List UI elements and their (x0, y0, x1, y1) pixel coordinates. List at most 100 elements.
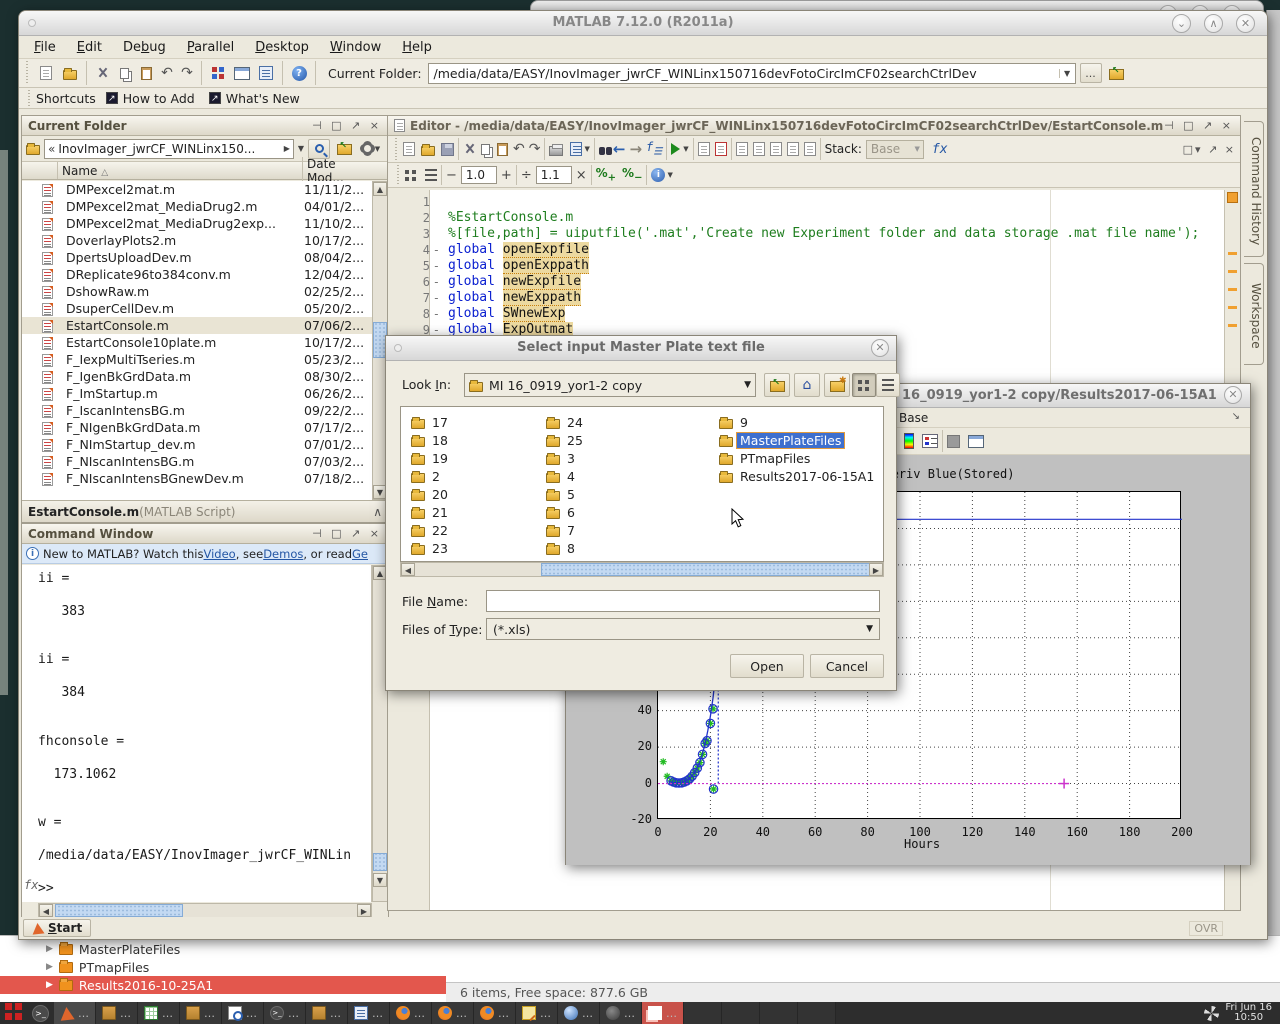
file-row[interactable]: DMPexcel2mat.m11/11/2... (22, 181, 372, 198)
address-combo[interactable]: « InovImager_jwrCF_WINLinx150... ▶ (44, 139, 294, 159)
demos-link[interactable]: Demos (263, 547, 303, 561)
file-row[interactable]: DsuperCellDev.m05/20/2... (22, 300, 372, 317)
up-one-level-button[interactable] (764, 373, 790, 397)
collapse-details-icon[interactable]: ∧ (373, 505, 382, 519)
new-script-icon[interactable] (403, 142, 415, 156)
legend-icon[interactable] (922, 434, 938, 448)
open-file-button[interactable] (58, 62, 82, 84)
figure-close-button[interactable]: ✕ (1224, 386, 1242, 404)
getting-started-link[interactable]: Ge (352, 547, 368, 561)
scroll-down-arrow[interactable]: ▼ (373, 873, 387, 887)
task-sheet[interactable]: … (138, 1002, 180, 1024)
list-view-button[interactable] (876, 373, 900, 397)
code-line[interactable]: 6-global newExpfile (388, 274, 1224, 290)
tree-row[interactable]: ▶PTmapFiles (0, 958, 446, 976)
print-icon[interactable] (549, 146, 563, 156)
menu-desktop[interactable]: Desktop (255, 40, 309, 55)
scrollbar-thumb[interactable] (373, 853, 387, 871)
folder-item[interactable]: 24 (546, 413, 676, 431)
task-bluecircle[interactable]: … (558, 1002, 600, 1024)
menu-debug[interactable]: Debug (123, 40, 166, 55)
figure-menu-text[interactable]: Base (899, 411, 928, 425)
brush-icon[interactable] (947, 435, 960, 448)
folder-item[interactable]: Results2017-06-15A1 (719, 467, 884, 485)
address-dropdown-arrow[interactable]: ▼ (294, 144, 308, 153)
file-name-input[interactable] (486, 590, 880, 612)
details-icon[interactable]: i (651, 168, 665, 182)
new-file-button[interactable] (34, 62, 58, 84)
code-line[interactable]: 8-global SWnewExp (388, 306, 1224, 322)
file-row[interactable]: F_NIscanIntensBG.m07/03/2... (22, 453, 372, 470)
editor-header[interactable]: Editor - /media/data/EASY/InovImager_jwr… (388, 116, 1240, 136)
redo-icon[interactable]: ↷ (529, 141, 541, 157)
shortcut-how-to-add[interactable]: How to Add (123, 91, 195, 106)
task-folder[interactable]: … (306, 1002, 348, 1024)
expander-icon[interactable]: ▶ (46, 980, 53, 990)
scroll-right-arrow[interactable]: ▶ (869, 563, 883, 576)
file-row[interactable]: F_IscanIntensBG.m09/22/2... (22, 402, 372, 419)
file-row[interactable]: DMPexcel2mat_MediaDrug2exp...11/10/2... (22, 215, 372, 232)
profiler-button[interactable] (254, 62, 278, 84)
console-output-area[interactable]: ii = 383 ii = 384 fhconsole = 173.1062 w… (22, 565, 372, 902)
code-health-indicator[interactable] (1227, 192, 1238, 203)
dialog-titlebar[interactable]: Select input Master Plate text file ✕ (386, 336, 896, 361)
menu-file[interactable]: File (34, 40, 56, 55)
redo-button[interactable]: ↷ (177, 62, 197, 84)
copy-icon[interactable] (481, 144, 490, 155)
maximize-button[interactable]: ∧ (1204, 14, 1223, 33)
folder-item[interactable]: 19 (411, 449, 541, 467)
copy-button[interactable] (113, 62, 135, 84)
tree-row[interactable]: ▶MasterPlateFiles (0, 940, 446, 958)
cut-icon[interactable] (463, 143, 476, 156)
task-yellowdoc[interactable]: … (516, 1002, 558, 1024)
expander-icon[interactable]: ▶ (46, 944, 53, 954)
address-folder-icon[interactable] (26, 145, 40, 155)
cell-insert-icon[interactable] (736, 142, 748, 156)
console-hscrollbar[interactable]: ◀ ▶ (38, 903, 372, 918)
current-folder-dropdown-arrow[interactable]: ▼ (1059, 69, 1075, 78)
file-row[interactable]: F_IgenBkGrdData.m08/30/2... (22, 368, 372, 385)
task-matlab[interactable]: … (54, 1002, 96, 1024)
close-file-icon[interactable] (715, 142, 727, 156)
file-row[interactable]: F_IexpMultiTseries.m05/23/2... (22, 351, 372, 368)
paste-icon[interactable] (497, 143, 508, 156)
task-bluedoc[interactable]: … (348, 1002, 390, 1024)
file-row[interactable]: F_NIgenBkGrdData.m07/17/2... (22, 419, 372, 436)
address-expand-arrow[interactable]: ▶ (281, 144, 293, 153)
tree-row[interactable]: ▶Results2016-10-25A1 (0, 976, 446, 994)
video-link[interactable]: Video (204, 547, 236, 561)
taskbar-clock[interactable]: Fri Jun 16 10:50 (1225, 1003, 1272, 1023)
folder-item[interactable]: 17 (411, 413, 541, 431)
find-icon[interactable] (599, 147, 605, 155)
compare-icon[interactable] (698, 142, 710, 156)
folder-item[interactable]: 2 (411, 467, 541, 485)
menu-edit[interactable]: Edit (77, 40, 102, 55)
cf-actions-button[interactable]: ▼ (358, 139, 384, 159)
task-folder[interactable]: … (180, 1002, 222, 1024)
cell-next-icon[interactable] (770, 142, 782, 156)
start-button[interactable]: Start (23, 919, 91, 937)
increase-font-icon[interactable]: + (501, 168, 512, 183)
folder-list-hscrollbar[interactable]: ◀ ▶ (400, 562, 884, 577)
cell-run-icon[interactable] (753, 142, 765, 156)
files-of-type-combo[interactable]: (*.xls) ▼ (486, 618, 880, 640)
code-line[interactable]: 3%[file,path] = uiputfile('.mat','Create… (388, 226, 1224, 242)
task-folder[interactable]: … (96, 1002, 138, 1024)
folder-item[interactable]: 4 (546, 467, 676, 485)
home-button[interactable]: ⌂ (794, 373, 820, 397)
stack-combo[interactable]: Base▼ (866, 140, 924, 159)
fx-find-icon[interactable]: f☰ (646, 140, 662, 157)
app-launcher-button[interactable] (0, 1003, 27, 1023)
indent-icon[interactable] (787, 142, 799, 156)
back-icon[interactable]: ← (613, 140, 626, 158)
folder-item[interactable]: 5 (546, 485, 676, 503)
help-button[interactable]: ? (287, 62, 311, 84)
uncomment-icon[interactable]: %− (622, 166, 642, 183)
code-line[interactable]: 5-global openExppath (388, 258, 1224, 274)
cancel-button[interactable]: Cancel (810, 654, 884, 678)
search-button[interactable] (308, 139, 330, 159)
grid-view-button[interactable] (852, 373, 876, 397)
folder-item[interactable]: MasterPlateFiles (719, 431, 884, 449)
folder-item[interactable]: 6 (546, 503, 676, 521)
paste-button[interactable] (135, 62, 157, 84)
